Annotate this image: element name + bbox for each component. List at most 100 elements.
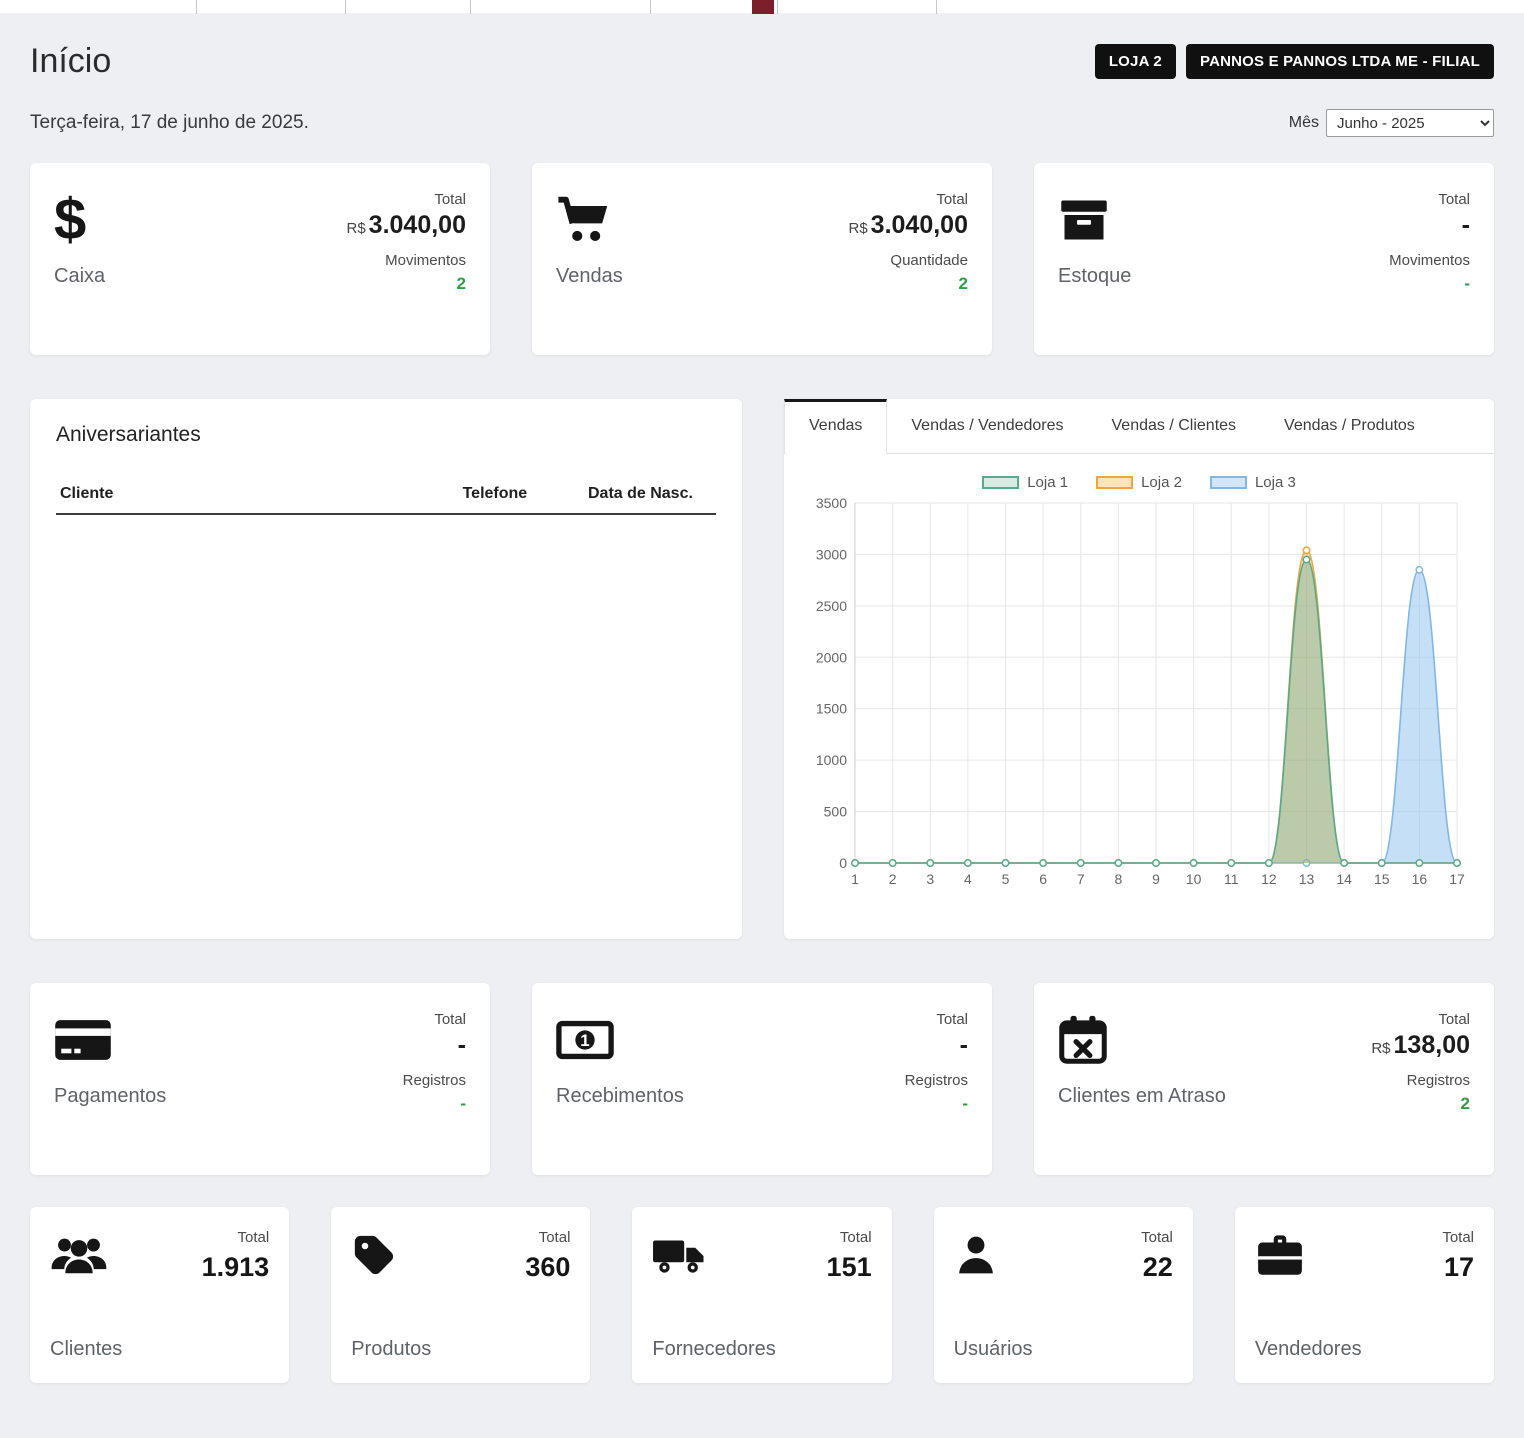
- tab-divider: [470, 0, 471, 14]
- legend-item-loja2[interactable]: Loja 2: [1096, 474, 1182, 491]
- svg-text:10: 10: [1186, 871, 1202, 887]
- svg-text:12: 12: [1261, 871, 1277, 887]
- tag-icon: [351, 1232, 397, 1278]
- metric-sub-value: -: [403, 1094, 466, 1114]
- metric-label: Registros: [1371, 1072, 1470, 1089]
- col-data-nasc: Data de Nasc.: [584, 475, 716, 514]
- dollar-icon: $: [54, 191, 86, 249]
- card-label: Usuários: [954, 1338, 1033, 1361]
- svg-text:0: 0: [839, 855, 847, 871]
- company-badge: PANNOS E PANNOS LTDA ME - FILIAL: [1186, 44, 1494, 79]
- card-label: Produtos: [351, 1338, 431, 1361]
- month-label: Mês: [1289, 114, 1319, 132]
- card-usuarios: Usuários Total 22: [934, 1207, 1193, 1383]
- svg-text:500: 500: [824, 804, 848, 820]
- metric-sub-value: 2: [1371, 1094, 1470, 1114]
- card-label: Clientes: [50, 1338, 122, 1361]
- tab-divider: [936, 0, 937, 14]
- card-vendas: Vendas Total R$3.040,00 Quantidade 2: [532, 163, 992, 355]
- sales-area-chart: 0500100015002000250030003500123456789101…: [809, 493, 1469, 893]
- month-filter: Mês Junho - 2025: [1289, 109, 1494, 137]
- current-date: Terça-feira, 17 de junho de 2025.: [30, 112, 309, 134]
- tab-divider: [650, 0, 651, 14]
- metric-label: Movimentos: [1389, 252, 1470, 269]
- card-fornecedores: Fornecedores Total 151: [632, 1207, 891, 1383]
- tab-divider: [196, 0, 197, 14]
- metric-sub-value: -: [1389, 274, 1470, 294]
- card-clientes: Clientes Total 1.913: [30, 1207, 289, 1383]
- sales-chart-card: Vendas Vendas / Vendedores Vendas / Clie…: [784, 399, 1494, 939]
- calendar-x-icon: [1058, 1014, 1108, 1066]
- total-label: Total: [827, 1229, 872, 1246]
- card-recebimentos: 1 Recebimentos Total - Registros -: [532, 983, 992, 1175]
- metric-value: -: [1389, 211, 1470, 240]
- metric-value: R$138,00: [1371, 1031, 1470, 1060]
- svg-text:14: 14: [1336, 871, 1352, 887]
- svg-text:2: 2: [889, 871, 897, 887]
- svg-text:2500: 2500: [816, 598, 847, 614]
- total-label: Total: [202, 1229, 270, 1246]
- tab-divider: [345, 0, 346, 14]
- tab-divider: [777, 0, 778, 14]
- tab-vendas-clientes[interactable]: Vendas / Clientes: [1088, 399, 1261, 453]
- total-label: Total: [1141, 1229, 1173, 1246]
- svg-text:6: 6: [1039, 871, 1047, 887]
- metric-value: -: [905, 1031, 968, 1060]
- card-caixa: $ Caixa Total R$3.040,00 Movimentos 2: [30, 163, 490, 355]
- tab-vendas[interactable]: Vendas: [784, 399, 887, 454]
- svg-text:7: 7: [1077, 871, 1085, 887]
- legend-item-loja1[interactable]: Loja 1: [982, 474, 1068, 491]
- legend-swatch-loja2: [1096, 476, 1133, 489]
- total-value: 1.913: [202, 1252, 270, 1283]
- card-label: Vendas: [556, 265, 623, 288]
- tab-accent: [752, 0, 774, 14]
- metric-value: R$3.040,00: [848, 211, 968, 240]
- card-label: Clientes em Atraso: [1058, 1085, 1226, 1108]
- col-telefone: Telefone: [459, 475, 584, 514]
- card-vendedores: Vendedores Total 17: [1235, 1207, 1494, 1383]
- svg-text:11: 11: [1224, 871, 1239, 887]
- svg-text:8: 8: [1114, 871, 1122, 887]
- metric-label: Movimentos: [346, 252, 466, 269]
- metric-label: Registros: [905, 1072, 968, 1089]
- card-label: Recebimentos: [556, 1085, 684, 1108]
- svg-text:1: 1: [580, 1031, 589, 1050]
- svg-text:3: 3: [926, 871, 934, 887]
- birthdays-title: Aniversariantes: [56, 423, 716, 447]
- legend-item-loja3[interactable]: Loja 3: [1210, 474, 1296, 491]
- tab-vendas-vendedores[interactable]: Vendas / Vendedores: [887, 399, 1087, 453]
- card-produtos: Produtos Total 360: [331, 1207, 590, 1383]
- metric-sub-value: 2: [346, 274, 466, 294]
- card-estoque: Estoque Total - Movimentos -: [1034, 163, 1494, 355]
- box-icon: [1058, 194, 1110, 246]
- legend-label: Loja 2: [1141, 474, 1182, 491]
- summary-row-top: $ Caixa Total R$3.040,00 Movimentos 2: [30, 163, 1494, 355]
- dashboard-page: Início LOJA 2 PANNOS E PANNOS LTDA ME - …: [0, 14, 1524, 1413]
- store-badge: LOJA 2: [1095, 44, 1176, 79]
- legend-label: Loja 3: [1255, 474, 1296, 491]
- svg-text:17: 17: [1449, 871, 1465, 887]
- chart-legend: Loja 1 Loja 2 Loja 3: [982, 474, 1296, 491]
- currency-prefix: R$: [346, 220, 365, 237]
- metric-label: Total: [848, 191, 968, 208]
- metric-label: Total: [1389, 191, 1470, 208]
- card-label: Estoque: [1058, 265, 1131, 288]
- date-row: Terça-feira, 17 de junho de 2025. Mês Ju…: [30, 109, 1494, 137]
- middle-section: Aniversariantes Cliente Telefone Data de…: [30, 399, 1494, 939]
- credit-card-icon: [54, 1017, 112, 1063]
- card-label: Fornecedores: [652, 1338, 775, 1361]
- svg-text:1500: 1500: [816, 701, 847, 717]
- svg-text:1000: 1000: [816, 752, 847, 768]
- chart-tabs: Vendas Vendas / Vendedores Vendas / Clie…: [784, 399, 1494, 454]
- metric-label: Quantidade: [848, 252, 968, 269]
- total-value: 17: [1442, 1252, 1474, 1283]
- tab-vendas-produtos[interactable]: Vendas / Produtos: [1260, 399, 1439, 453]
- metric-label: Total: [403, 1011, 466, 1028]
- svg-text:2000: 2000: [816, 649, 847, 665]
- page-header: Início LOJA 2 PANNOS E PANNOS LTDA ME - …: [30, 14, 1494, 81]
- card-label: Caixa: [54, 265, 105, 288]
- metric-value: -: [403, 1031, 466, 1060]
- month-select[interactable]: Junho - 2025: [1326, 109, 1494, 137]
- chart-body: Loja 1 Loja 2 Loja 3 0 500 1000 1500 2000 250…: [784, 454, 1494, 939]
- store-badges: LOJA 2 PANNOS E PANNOS LTDA ME - FILIAL: [1095, 44, 1494, 79]
